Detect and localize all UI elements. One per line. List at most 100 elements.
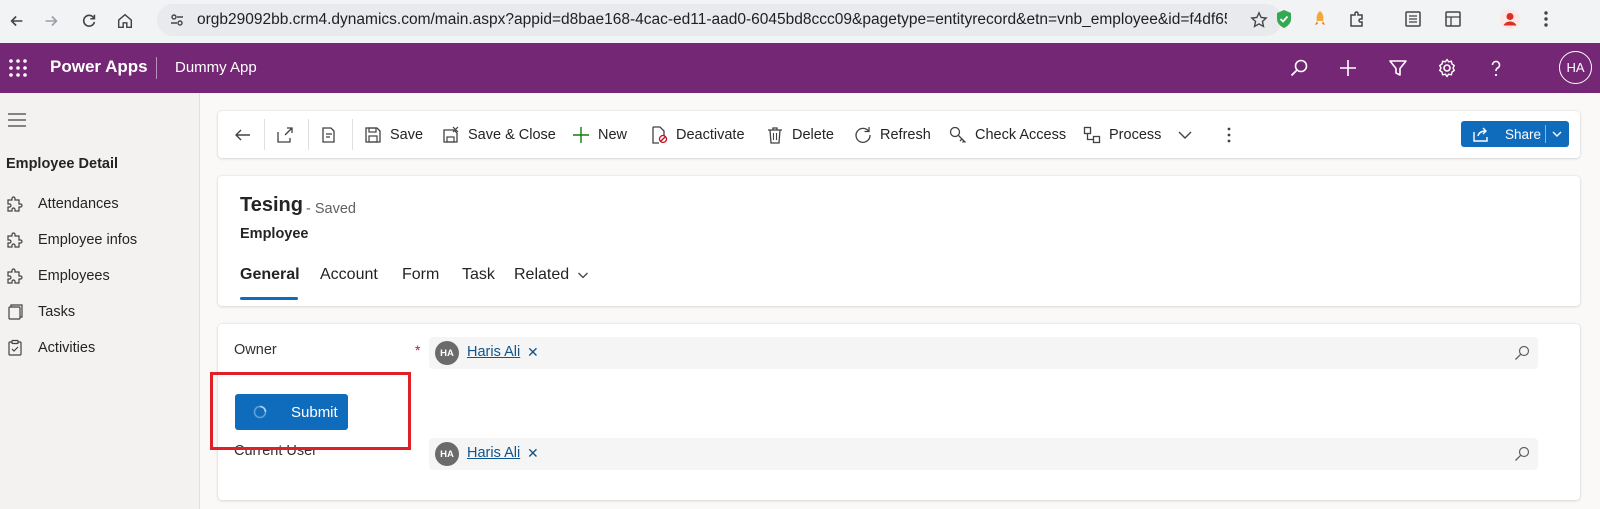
form-section: Owner * HA Haris Ali ✕ Current User HA H… (218, 324, 1580, 500)
check-access-button[interactable]: Check Access (949, 111, 1066, 158)
sidebar-item-label: Employee infos (38, 232, 138, 248)
filter-icon[interactable] (1386, 56, 1410, 80)
command-divider (308, 119, 309, 150)
home-icon[interactable] (108, 4, 142, 38)
search-icon[interactable] (1514, 446, 1530, 462)
site-settings-icon[interactable] (169, 12, 185, 28)
record-entity-name: Employee (240, 226, 309, 242)
sidebar-item-employee-infos[interactable]: Employee infos (6, 228, 137, 252)
deactivate-icon (652, 125, 668, 144)
tasks-icon (8, 304, 23, 320)
tab-form[interactable]: Form (402, 266, 439, 284)
more-commands-button[interactable] (1220, 111, 1246, 158)
delete-label: Delete (792, 126, 834, 143)
refresh-label: Refresh (880, 126, 931, 143)
tab-related[interactable]: Related (514, 266, 589, 284)
search-icon[interactable] (1514, 345, 1530, 361)
process-flow-icon (1083, 126, 1101, 143)
process-button[interactable]: Process (1083, 111, 1161, 158)
record-title: Tesing (240, 194, 303, 216)
open-in-new-window-button[interactable] (276, 111, 302, 158)
sidebar-item-attendances[interactable]: Attendances (6, 192, 119, 216)
search-icon[interactable] (1287, 56, 1311, 80)
add-icon[interactable] (1336, 56, 1360, 80)
tab-general[interactable]: General (240, 266, 300, 284)
puzzle-icon (7, 232, 23, 248)
current-user-link[interactable]: Haris Ali (467, 445, 520, 461)
remove-owner-icon[interactable]: ✕ (527, 344, 539, 361)
save-close-icon (443, 126, 459, 143)
new-button[interactable]: New (572, 111, 627, 158)
save-label: Save (390, 126, 424, 143)
share-split-divider (1545, 125, 1546, 143)
hamburger-menu-icon[interactable] (8, 113, 26, 127)
command-divider (264, 119, 265, 150)
back-arrow-icon[interactable] (0, 4, 34, 38)
process-dropdown-button[interactable] (1176, 111, 1202, 158)
app-launcher-icon[interactable] (8, 58, 28, 78)
save-button[interactable]: Save (364, 111, 423, 158)
owner-link[interactable]: Haris Ali (467, 344, 520, 360)
sidebar-item-label: Employees (38, 268, 110, 284)
open-new-window-icon (277, 126, 293, 143)
owner-label: Owner (234, 342, 277, 358)
deactivate-button[interactable]: Deactivate (650, 111, 745, 158)
sidebar-item-activities[interactable]: Activities (6, 336, 95, 360)
owner-avatar: HA (435, 341, 459, 365)
app-title[interactable]: Dummy App (175, 59, 257, 76)
app-header: Power Apps Dummy App HA (0, 43, 1600, 93)
reload-icon[interactable] (72, 4, 106, 38)
share-icon (1473, 127, 1488, 142)
settings-gear-icon[interactable] (1435, 56, 1459, 80)
refresh-button[interactable]: Refresh (854, 111, 931, 158)
save-close-label: Save & Close (468, 126, 556, 143)
sidebar-item-label: Tasks (38, 304, 76, 320)
back-button[interactable] (234, 111, 260, 158)
share-button[interactable]: Share (1461, 121, 1569, 147)
tab-search-icon[interactable] (1442, 8, 1464, 30)
clipboard-icon (8, 339, 22, 356)
deactivate-label: Deactivate (676, 126, 745, 143)
sidebar-group-title: Employee Detail (6, 156, 119, 172)
remove-current-user-icon[interactable]: ✕ (527, 445, 539, 462)
header-divider (156, 57, 157, 79)
sidebar-item-tasks[interactable]: Tasks (6, 300, 75, 324)
command-bar: Save Save & Close New Deactivate Delete … (218, 111, 1580, 158)
chevron-down-icon[interactable] (1551, 128, 1563, 140)
profile-icon[interactable] (1499, 8, 1521, 30)
shield-extension-icon[interactable] (1273, 8, 1295, 30)
bookmark-star-icon[interactable] (1250, 11, 1268, 29)
new-label: New (598, 126, 628, 143)
reading-list-icon[interactable] (1402, 8, 1424, 30)
form-editor-button[interactable] (320, 111, 346, 158)
browser-toolbar: orgb29092bb.crm4.dynamics.com/main.aspx?… (0, 0, 1600, 43)
check-access-label: Check Access (975, 126, 1067, 143)
more-vertical-icon (1227, 127, 1231, 142)
user-avatar[interactable]: HA (1559, 51, 1592, 84)
current-user-lookup-field[interactable]: HA Haris Ali ✕ (429, 438, 1538, 470)
delete-button[interactable]: Delete (766, 111, 834, 158)
forward-arrow-icon[interactable] (34, 4, 68, 38)
owner-lookup-field[interactable]: HA Haris Ali ✕ (429, 337, 1538, 369)
form-edit-icon (322, 126, 335, 143)
required-indicator: * (415, 342, 421, 358)
save-icon (365, 126, 381, 143)
sidebar-item-label: Activities (38, 340, 96, 356)
sidebar-item-employees[interactable]: Employees (6, 264, 110, 288)
puzzle-icon (7, 196, 23, 212)
app-name[interactable]: Power Apps (50, 57, 148, 77)
save-and-close-button[interactable]: Save & Close (442, 111, 556, 158)
puzzle-icon (7, 268, 23, 284)
trash-icon (768, 126, 782, 144)
key-search-icon (949, 126, 966, 143)
tab-account[interactable]: Account (320, 266, 378, 284)
plus-icon (573, 126, 589, 143)
extensions-puzzle-icon[interactable] (1346, 8, 1368, 30)
browser-menu-icon[interactable] (1535, 8, 1557, 30)
address-bar[interactable]: orgb29092bb.crm4.dynamics.com/main.aspx?… (157, 4, 1282, 36)
rocket-extension-icon[interactable] (1309, 8, 1331, 30)
help-icon[interactable] (1484, 56, 1508, 80)
url-text[interactable]: orgb29092bb.crm4.dynamics.com/main.aspx?… (197, 11, 1227, 29)
tab-task[interactable]: Task (462, 266, 495, 284)
refresh-icon (855, 126, 871, 143)
